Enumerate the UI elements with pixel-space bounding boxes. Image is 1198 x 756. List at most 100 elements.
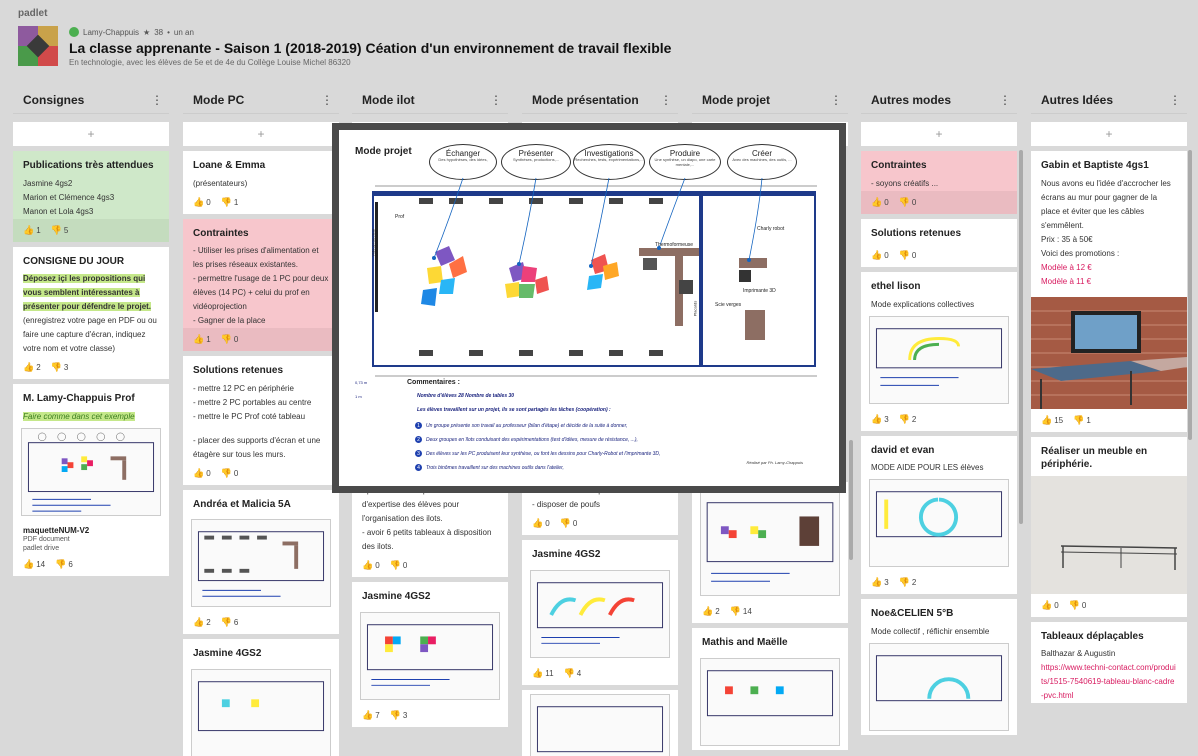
like-button[interactable]: 👍 2 bbox=[193, 617, 211, 628]
post-card[interactable]: Tableaux déplaçables Balthazar & Augusti… bbox=[1031, 621, 1187, 703]
dislike-button[interactable]: 👎 0 bbox=[221, 468, 239, 479]
more-menu-icon[interactable]: ⋮ bbox=[660, 94, 672, 106]
image-preview-overlay[interactable]: Mode projet Échanger Des hypothèses, des … bbox=[332, 123, 846, 493]
floorplan-thumbnail bbox=[536, 705, 664, 752]
attachment-name[interactable]: maquetteNUM-V2 bbox=[13, 520, 169, 535]
author-name[interactable]: Lamy-Chappuis bbox=[83, 28, 139, 37]
dislike-button[interactable]: 👎 6 bbox=[221, 617, 239, 628]
like-button[interactable]: 👍 1 bbox=[23, 225, 41, 236]
dislike-button[interactable]: 👎 0 bbox=[899, 250, 917, 261]
post-card[interactable]: Contraintes - Utiliser les prises d'alim… bbox=[183, 218, 339, 351]
like-button[interactable]: 👍 0 bbox=[871, 197, 889, 208]
product-link[interactable]: https://www.techni-contact.com/produits/… bbox=[1041, 661, 1177, 703]
post-line: Voici des promotions : bbox=[1041, 248, 1120, 258]
like-button[interactable]: 👍 7 bbox=[362, 710, 380, 721]
attachment-thumbnail[interactable] bbox=[191, 519, 331, 607]
thumbs-up-icon: 👍 bbox=[871, 196, 883, 207]
dislike-button[interactable]: 👎 3 bbox=[390, 710, 408, 721]
dislike-button[interactable]: 👎 1 bbox=[221, 197, 239, 208]
dislike-button[interactable]: 👎 2 bbox=[899, 577, 917, 588]
dislike-button[interactable]: 👎 0 bbox=[1069, 600, 1087, 611]
dislike-button[interactable]: 👎 6 bbox=[55, 559, 73, 570]
product-link[interactable]: Modèle à 11 € bbox=[1041, 275, 1177, 289]
like-button[interactable]: 👍 0 bbox=[362, 560, 380, 571]
dislike-button[interactable]: 👎 14 bbox=[730, 606, 752, 617]
like-button[interactable]: 👍 2 bbox=[702, 606, 720, 617]
post-card[interactable]: Andréa et Malicia 5A 👍 2 👎 6 bbox=[183, 489, 339, 634]
counts-line: Nombre d'élèves 28 Nombre de tables 30 bbox=[417, 393, 515, 399]
add-post-button[interactable]: + bbox=[183, 122, 339, 146]
post-card[interactable]: Mathis and Maëlle bbox=[692, 628, 848, 750]
attachment-thumbnail[interactable] bbox=[21, 427, 161, 516]
post-card[interactable]: ethel lison Mode explications collective… bbox=[861, 272, 1017, 431]
like-button[interactable]: 👍 0 bbox=[871, 250, 889, 261]
column-scrollbar[interactable] bbox=[1019, 150, 1023, 524]
post-card[interactable]: Gabin et Baptiste 4gs1 Nous avons eu l'i… bbox=[1031, 151, 1187, 432]
post-card[interactable]: Jasmine 4GS2 👍 11 👎 4 bbox=[522, 540, 678, 685]
dislike-button[interactable]: 👎 0 bbox=[560, 518, 578, 529]
post-title: Solutions retenues bbox=[193, 365, 284, 376]
post-card[interactable]: Noe&CELIEN 5°B Mode collectif , réflichi… bbox=[861, 599, 1017, 735]
floorplan-thumbnail bbox=[197, 680, 325, 731]
like-button[interactable]: 👍 15 bbox=[1041, 415, 1063, 426]
add-post-button[interactable]: + bbox=[861, 122, 1017, 146]
more-menu-icon[interactable]: ⋮ bbox=[1169, 94, 1181, 106]
attachment-thumbnail[interactable] bbox=[869, 479, 1009, 567]
add-post-button[interactable]: + bbox=[1031, 122, 1187, 146]
post-card[interactable]: Solutions retenues 👍 0 👎 0 bbox=[861, 218, 1017, 267]
like-button[interactable]: 👍 3 bbox=[871, 414, 889, 425]
like-button[interactable]: 👍 14 bbox=[23, 559, 45, 570]
post-card[interactable]: Loane & Emma (présentateurs) 👍 0 👎 1 bbox=[183, 151, 339, 214]
attachment-thumbnail[interactable] bbox=[700, 486, 840, 596]
more-menu-icon[interactable]: ⋮ bbox=[490, 94, 502, 106]
brand-logo-text[interactable]: padlet bbox=[18, 8, 47, 19]
post-card[interactable] bbox=[522, 689, 678, 756]
author-avatar[interactable] bbox=[69, 27, 79, 37]
post-card[interactable]: david et evan MODE AIDE POUR LES élèves … bbox=[861, 435, 1017, 594]
like-button[interactable]: 👍 0 bbox=[1041, 600, 1059, 611]
dislike-button[interactable]: 👎 0 bbox=[899, 197, 917, 208]
more-menu-icon[interactable]: ⋮ bbox=[321, 94, 333, 106]
like-button[interactable]: 👍 0 bbox=[193, 197, 211, 208]
post-card[interactable]: Jasmine 4GS2 👍 7 👎 3 bbox=[352, 582, 508, 727]
attachment-thumbnail[interactable] bbox=[700, 657, 840, 746]
like-button[interactable]: 👍 1 bbox=[193, 334, 211, 345]
dislike-button[interactable]: 👎 4 bbox=[564, 668, 582, 679]
post-card[interactable]: Jasmine 4GS2 bbox=[183, 639, 339, 756]
post-card[interactable]: 👍 2 👎 14 bbox=[692, 482, 848, 623]
like-button[interactable]: 👍 3 bbox=[871, 577, 889, 588]
post-card[interactable]: Réaliser un meuble en périphérie. 👍 0 👎 0 bbox=[1031, 436, 1187, 617]
attachment-thumbnail[interactable] bbox=[530, 693, 670, 756]
post-card[interactable]: Publications très attendues Jasmine 4gs2… bbox=[13, 151, 169, 242]
post-card[interactable]: - prendre en compte le niveau d'expertis… bbox=[352, 482, 508, 577]
post-card[interactable]: M. Lamy-Chappuis Prof Faire comme dans c… bbox=[13, 384, 169, 576]
dislike-button[interactable]: 👎 0 bbox=[221, 334, 239, 345]
column-scrollbar[interactable] bbox=[1188, 150, 1192, 440]
dislike-button[interactable]: 👎 1 bbox=[1073, 415, 1091, 426]
shelf-photo[interactable] bbox=[1031, 475, 1187, 594]
like-button[interactable]: 👍 0 bbox=[532, 518, 550, 529]
like-button[interactable]: 👍 11 bbox=[532, 668, 554, 679]
attachment-thumbnail[interactable] bbox=[360, 611, 500, 700]
attachment-thumbnail[interactable] bbox=[530, 569, 670, 658]
more-menu-icon[interactable]: ⋮ bbox=[999, 94, 1011, 106]
like-button[interactable]: 👍 2 bbox=[23, 362, 41, 373]
attachment-thumbnail[interactable] bbox=[869, 642, 1009, 731]
reactions: 👍 7 👎 3 bbox=[352, 704, 508, 727]
add-post-button[interactable]: + bbox=[13, 122, 169, 146]
more-menu-icon[interactable]: ⋮ bbox=[151, 94, 163, 106]
dislike-button[interactable]: 👎 3 bbox=[51, 362, 69, 373]
attachment-thumbnail[interactable] bbox=[191, 668, 331, 756]
more-menu-icon[interactable]: ⋮ bbox=[830, 94, 842, 106]
product-link[interactable]: Modèle à 12 € bbox=[1041, 261, 1177, 275]
wall-screen-photo[interactable] bbox=[1031, 296, 1187, 409]
dislike-button[interactable]: 👎 0 bbox=[390, 560, 408, 571]
attachment-thumbnail[interactable] bbox=[869, 315, 1009, 404]
dislike-button[interactable]: 👎 2 bbox=[899, 414, 917, 425]
like-button[interactable]: 👍 0 bbox=[193, 468, 211, 479]
post-card[interactable]: Solutions retenues - mettre 12 PC en pér… bbox=[183, 356, 339, 485]
dislike-button[interactable]: 👎 5 bbox=[51, 225, 69, 236]
post-card[interactable]: Contraintes - soyons créatifs ... 👍 0 👎 0 bbox=[861, 151, 1017, 214]
post-card[interactable]: CONSIGNE DU JOUR Déposez içi les proposi… bbox=[13, 246, 169, 379]
column-scrollbar[interactable] bbox=[849, 440, 853, 560]
